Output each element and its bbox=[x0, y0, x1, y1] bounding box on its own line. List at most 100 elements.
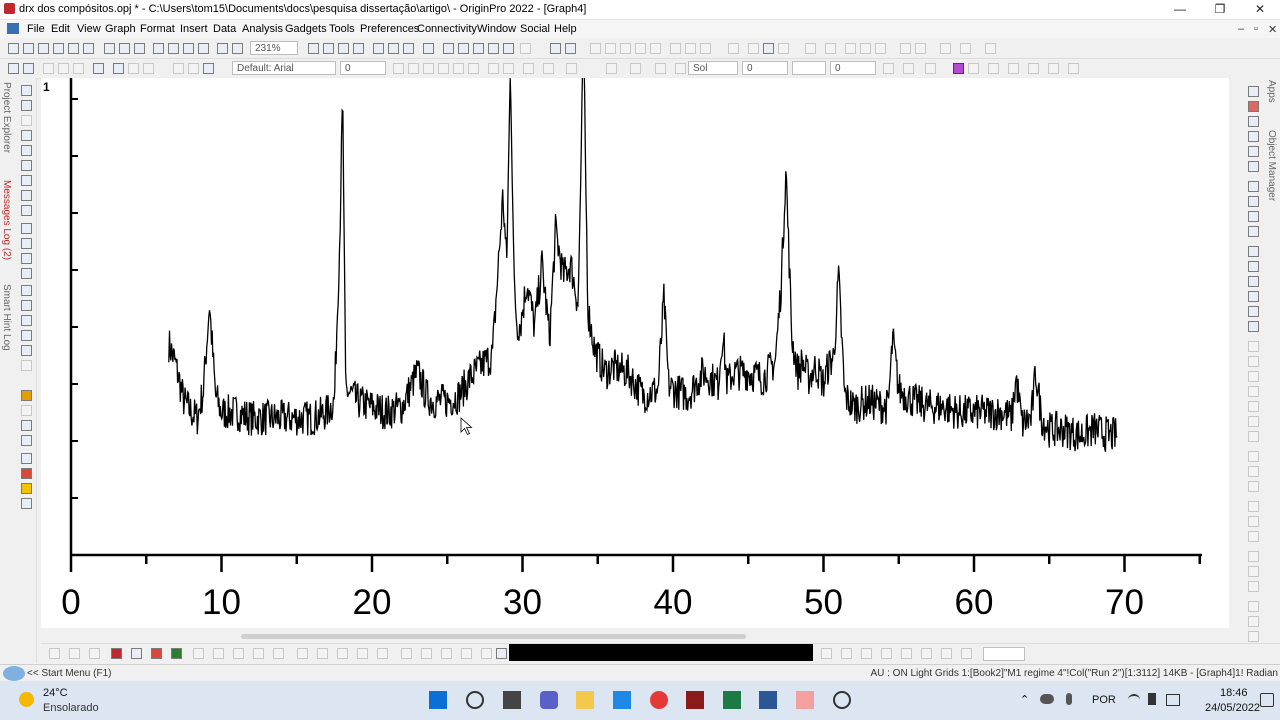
notification-icon[interactable] bbox=[1260, 693, 1274, 707]
histogram-icon[interactable] bbox=[650, 43, 661, 54]
menu-social[interactable]: Social bbox=[520, 23, 550, 35]
layer-extract-icon[interactable] bbox=[1248, 226, 1259, 237]
sort-icon[interactable] bbox=[700, 43, 711, 54]
template-icon[interactable] bbox=[297, 648, 308, 659]
subscript-icon[interactable] bbox=[453, 63, 464, 74]
math-tool-icon[interactable] bbox=[21, 238, 32, 249]
set-y-icon[interactable] bbox=[763, 43, 774, 54]
text-tool-icon[interactable] bbox=[21, 223, 32, 234]
dotted-line-icon[interactable] bbox=[69, 648, 80, 659]
insert-table-icon[interactable] bbox=[21, 345, 32, 356]
triangle-icon[interactable] bbox=[901, 648, 912, 659]
zoom-select[interactable]: 231% bbox=[250, 41, 298, 55]
data-reader-tool-icon[interactable] bbox=[21, 145, 32, 156]
mdi-close-button[interactable]: ✕ bbox=[1268, 23, 1277, 36]
draw-data-icon[interactable] bbox=[21, 205, 32, 216]
multi-panel-icon[interactable] bbox=[317, 648, 328, 659]
funnel-icon[interactable] bbox=[685, 43, 696, 54]
move-first-icon[interactable] bbox=[875, 43, 886, 54]
zoom-in-icon[interactable] bbox=[323, 43, 334, 54]
open-icon[interactable] bbox=[153, 43, 164, 54]
menu-file[interactable]: File bbox=[27, 23, 45, 35]
resize-shape-icon[interactable] bbox=[941, 648, 952, 659]
move-shape-icon[interactable] bbox=[961, 648, 972, 659]
axis-offset-icon[interactable] bbox=[1248, 321, 1259, 332]
region-icon[interactable] bbox=[73, 63, 84, 74]
font-size-select[interactable]: 0 bbox=[340, 61, 386, 75]
menu-analysis[interactable]: Analysis bbox=[242, 23, 283, 35]
hand-tool-icon[interactable] bbox=[21, 300, 32, 311]
axis-icon[interactable] bbox=[1248, 246, 1259, 257]
fill-pattern-icon[interactable] bbox=[543, 63, 554, 74]
maximize-button[interactable]: ❐ bbox=[1200, 0, 1240, 19]
lock-icon[interactable] bbox=[1248, 601, 1259, 612]
decrease-font-icon[interactable] bbox=[503, 63, 514, 74]
layer-icon[interactable] bbox=[21, 453, 32, 464]
same-width-icon[interactable] bbox=[1248, 451, 1259, 462]
arrow-left-icon[interactable] bbox=[821, 648, 832, 659]
pie-plot-icon[interactable] bbox=[193, 648, 204, 659]
area-chart-icon[interactable] bbox=[620, 43, 631, 54]
contour-icon[interactable] bbox=[1248, 161, 1259, 172]
minimize-button[interactable]: — bbox=[1160, 0, 1200, 19]
superscript-icon[interactable] bbox=[438, 63, 449, 74]
new-graph-icon[interactable] bbox=[68, 43, 79, 54]
set-x-icon[interactable] bbox=[728, 43, 739, 54]
line-color-icon[interactable] bbox=[655, 63, 666, 74]
annotation-tool-icon[interactable] bbox=[21, 160, 32, 171]
pattern-color-icon[interactable] bbox=[630, 63, 641, 74]
align-right-icon[interactable] bbox=[1248, 356, 1259, 367]
axis-cross-icon[interactable] bbox=[1248, 306, 1259, 317]
fft-icon[interactable] bbox=[481, 648, 492, 659]
task-view-icon[interactable] bbox=[503, 691, 521, 709]
symbol-type-select[interactable] bbox=[792, 61, 826, 75]
grid-icon[interactable] bbox=[1028, 63, 1039, 74]
statistics-icon[interactable] bbox=[377, 648, 388, 659]
apps-tab[interactable]: Apps bbox=[1266, 80, 1277, 103]
layout-icon[interactable] bbox=[988, 63, 999, 74]
rectangle-tool-icon[interactable] bbox=[21, 285, 32, 296]
clock-time[interactable]: 18:46 bbox=[1220, 687, 1248, 699]
markdown-icon[interactable] bbox=[953, 63, 964, 74]
line-symbol-plot-icon[interactable] bbox=[89, 648, 100, 659]
distribute-v-icon[interactable] bbox=[1248, 431, 1259, 442]
language-indicator[interactable]: POR bbox=[1092, 694, 1116, 706]
speaker-icon[interactable] bbox=[1148, 693, 1156, 705]
arrow-right-icon[interactable] bbox=[841, 648, 852, 659]
merge-graphs-icon[interactable] bbox=[550, 43, 561, 54]
rotate-icon[interactable] bbox=[1248, 566, 1259, 577]
graph-settings-icon[interactable] bbox=[8, 63, 19, 74]
layer-management-icon[interactable] bbox=[565, 43, 576, 54]
pointer-tool-icon[interactable] bbox=[21, 85, 32, 96]
new-folder-icon[interactable] bbox=[23, 43, 34, 54]
layer-add-icon[interactable] bbox=[1248, 181, 1259, 192]
align-bottom-icon[interactable] bbox=[1248, 386, 1259, 397]
chrome-icon[interactable] bbox=[650, 691, 668, 709]
mask-tool-icon[interactable] bbox=[21, 190, 32, 201]
align-top-icon[interactable] bbox=[1248, 371, 1259, 382]
more-tools-icon[interactable] bbox=[985, 43, 996, 54]
waterfall-icon[interactable] bbox=[337, 648, 348, 659]
pattern-icon[interactable] bbox=[883, 63, 894, 74]
search-icon[interactable] bbox=[3, 666, 25, 681]
paste-icon[interactable] bbox=[203, 63, 214, 74]
move-right-icon[interactable] bbox=[825, 43, 836, 54]
annotation-icon[interactable] bbox=[58, 63, 69, 74]
menu-help[interactable]: Help bbox=[554, 23, 577, 35]
new-workbook-icon[interactable] bbox=[38, 43, 49, 54]
underline-icon[interactable] bbox=[423, 63, 434, 74]
rescale-icon[interactable] bbox=[308, 43, 319, 54]
area-plot-icon[interactable] bbox=[171, 648, 182, 659]
tray-chevron-icon[interactable]: ⌃ bbox=[1020, 693, 1029, 706]
taskbar-search-icon[interactable] bbox=[466, 691, 484, 709]
pie-chart-icon[interactable] bbox=[635, 43, 646, 54]
new-function-icon[interactable] bbox=[83, 43, 94, 54]
line-symbol-icon[interactable] bbox=[1248, 101, 1259, 112]
front-icon[interactable] bbox=[143, 63, 154, 74]
whole-page-icon[interactable] bbox=[353, 43, 364, 54]
menu-data[interactable]: Data bbox=[213, 23, 236, 35]
arrow-tool-icon[interactable] bbox=[21, 253, 32, 264]
clock-date[interactable]: 24/05/2022 bbox=[1205, 702, 1260, 714]
mask-icon[interactable] bbox=[93, 63, 104, 74]
symbol-color-icon[interactable] bbox=[675, 63, 686, 74]
